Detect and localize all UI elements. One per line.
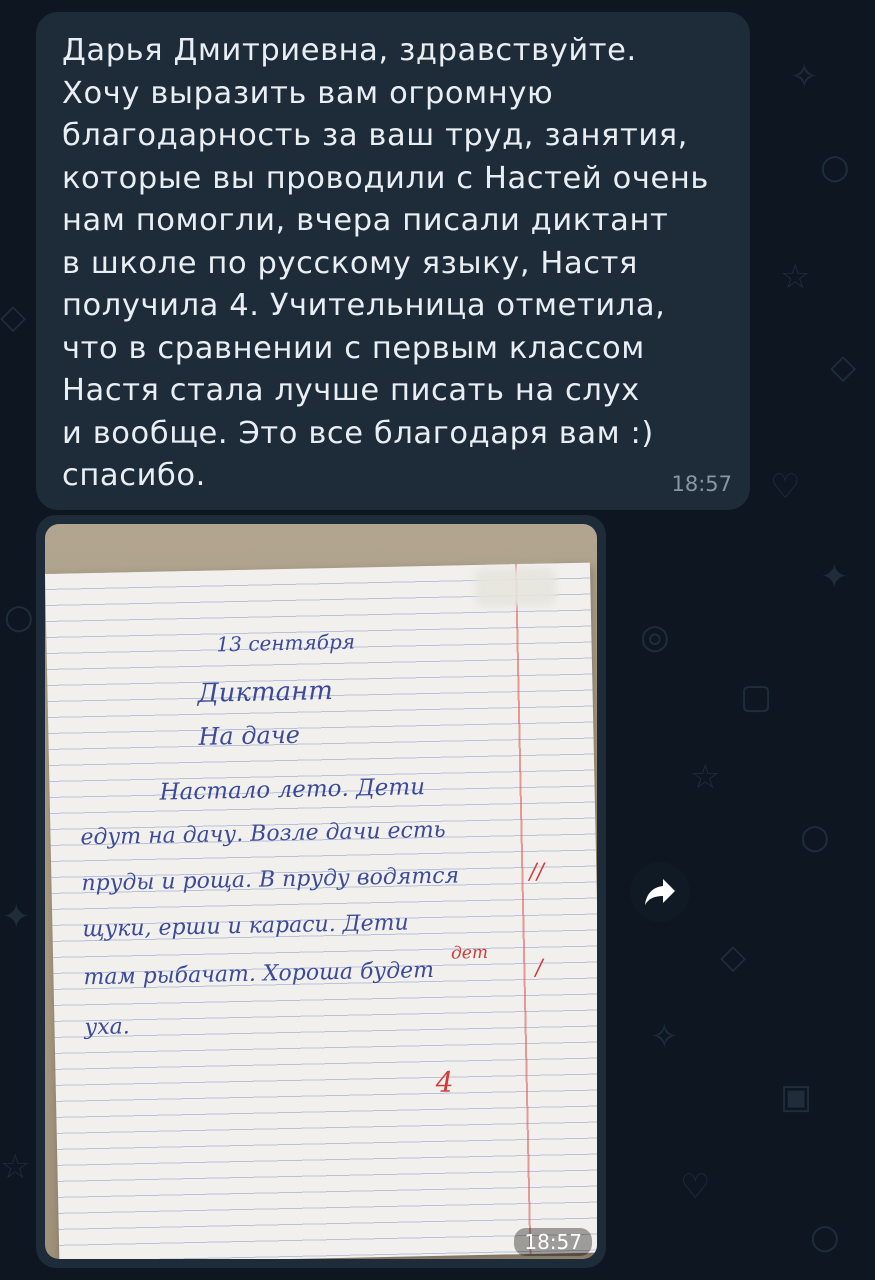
notebook-page: 13 сентября Диктант На даче Настало лето… bbox=[45, 562, 597, 1259]
dictation-date: 13 сентября bbox=[216, 629, 356, 657]
dictation-line: пруды и роща. В пруду водятся bbox=[81, 863, 460, 897]
margin-mark: // bbox=[529, 859, 545, 885]
grade-mark: 4 bbox=[435, 1065, 454, 1099]
incoming-message-bubble[interactable]: Дарья Дмитриевна, здравствуйте. Хочу выр… bbox=[36, 12, 750, 510]
dictation-line: едут на дачу. Возле дачи есть bbox=[80, 817, 446, 851]
dictation-line: уха. bbox=[84, 1014, 131, 1041]
dictation-photo[interactable]: 13 сентября Диктант На даче Настало лето… bbox=[45, 524, 597, 1259]
dictation-line: там рыбачат. Хороша будет bbox=[83, 957, 435, 991]
dictation-line: щуки, ерши и караси. Дети bbox=[82, 910, 409, 943]
share-arrow-icon bbox=[645, 879, 675, 905]
message-timestamp: 18:57 bbox=[671, 472, 732, 496]
message-text: Дарья Дмитриевна, здравствуйте. Хочу выр… bbox=[62, 33, 709, 493]
dictation-title: Диктант bbox=[197, 676, 334, 709]
photo-timestamp: 18:57 bbox=[514, 1228, 592, 1256]
dictation-line: Настало лето. Дети bbox=[159, 774, 426, 806]
red-correction: дет bbox=[450, 942, 489, 964]
share-button[interactable] bbox=[630, 862, 690, 922]
blurred-area bbox=[474, 567, 556, 607]
margin-mark: / bbox=[535, 955, 544, 981]
photo-message-bubble[interactable]: 13 сентября Диктант На даче Настало лето… bbox=[36, 515, 606, 1268]
dictation-subtitle: На даче bbox=[198, 720, 301, 751]
